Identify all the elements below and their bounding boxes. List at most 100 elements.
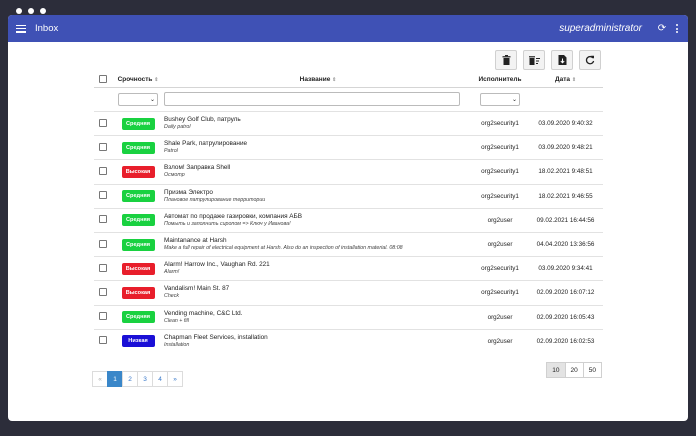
- window-dot[interactable]: [16, 8, 22, 14]
- filter-row: ⌄ ⌄: [94, 87, 603, 112]
- row-checkbox[interactable]: [99, 166, 107, 175]
- table-row[interactable]: Средняя Призма Электро Плановое патрулиров…: [94, 183, 603, 209]
- menu-icon[interactable]: [16, 24, 26, 33]
- next-page-button[interactable]: »: [167, 371, 183, 387]
- name-cell: Alarm! Harrow Inc., Vaughan Rd. 221 Alarm…: [164, 256, 472, 281]
- row-select-cell: [94, 328, 112, 353]
- task-title: Vandalism! Main St. 87: [164, 285, 230, 293]
- refresh-button[interactable]: [579, 50, 601, 70]
- row-checkbox[interactable]: [99, 142, 107, 151]
- urgency-header-label: Срочность: [117, 76, 153, 83]
- urgency-cell: Средняя: [112, 183, 164, 209]
- urgency-badge: Средняя: [121, 141, 155, 154]
- date-cell: 09.02.2021 16:44:56: [528, 207, 603, 233]
- row-checkbox[interactable]: [99, 336, 107, 345]
- row-select-cell: [94, 183, 112, 209]
- table-row[interactable]: Средняя Автомат по продаже газировки, ком…: [94, 207, 603, 233]
- window-dot[interactable]: [28, 8, 34, 14]
- row-checkbox[interactable]: [99, 215, 107, 224]
- delete-sweep-icon: [528, 56, 540, 65]
- date-cell: 18.02.2021 9:46:55: [528, 183, 603, 209]
- pagination: « 1 2 3 4 »: [92, 371, 183, 387]
- filter-cell: ⌄: [112, 87, 164, 112]
- page-button[interactable]: 4: [152, 371, 168, 387]
- task-description: Осмотр: [164, 172, 185, 179]
- logout-icon[interactable]: ⟳: [656, 23, 668, 34]
- task-title: Maintanance at Harsh: [164, 237, 227, 245]
- name-cell: Chapman Fleet Services, installation Inst…: [164, 328, 472, 353]
- filter-cell: [94, 87, 112, 112]
- assignee-cell: org2user: [472, 231, 528, 257]
- urgency-badge: Средняя: [121, 311, 155, 324]
- window-controls: [16, 8, 46, 14]
- date-cell: 03.09.2020 9:34:41: [528, 256, 603, 281]
- row-select-cell: [94, 135, 112, 160]
- username[interactable]: superadministrator: [559, 23, 642, 34]
- prev-page-button[interactable]: «: [92, 371, 108, 387]
- task-description: Плановое патрулирование территории: [164, 196, 266, 203]
- table-row[interactable]: Высокая Alarm! Harrow Inc., Vaughan Rd. 2…: [94, 256, 603, 281]
- urgency-cell: Средняя: [112, 135, 164, 160]
- table-row[interactable]: Средняя Bushey Golf Club, патруль Daily pa…: [94, 110, 603, 136]
- table-row[interactable]: Средняя Maintanance at Harsh Make a full r…: [94, 231, 603, 257]
- window-dot[interactable]: [40, 8, 46, 14]
- name-cell: Vending machine, C&C Ltd. Clean + fill: [164, 304, 472, 330]
- name-filter-input[interactable]: [164, 91, 460, 106]
- row-checkbox[interactable]: [99, 118, 107, 127]
- select-all-checkbox[interactable]: [99, 74, 107, 83]
- task-title: Автомат по продаже газировки, компания А…: [164, 212, 303, 220]
- row-select-cell: [94, 304, 112, 330]
- page-size-option[interactable]: 10: [546, 362, 566, 378]
- page-button[interactable]: 3: [137, 371, 153, 387]
- table-row[interactable]: Средняя Shale Park, патрулирование Patrol o…: [94, 135, 603, 160]
- name-cell: Bushey Golf Club, патруль Daily patrol: [164, 110, 472, 136]
- row-select-cell: [94, 207, 112, 233]
- name-header[interactable]: Название ⇕: [164, 72, 472, 88]
- task-description: Помыть и заполнить сиропом => Ключ у Ива…: [164, 220, 291, 227]
- table-row[interactable]: Высокая Взлом! Заправка Shell Осмотр org2se…: [94, 159, 603, 185]
- assignee-filter-select[interactable]: ⌄: [480, 93, 520, 106]
- row-checkbox[interactable]: [99, 239, 107, 248]
- name-header-label: Название: [299, 76, 331, 83]
- filter-cell: ⌄: [472, 87, 528, 112]
- refresh-icon: [585, 55, 595, 65]
- more-vert-icon[interactable]: [676, 24, 678, 33]
- urgency-filter-select[interactable]: ⌄: [118, 93, 158, 106]
- page-button[interactable]: 1: [107, 371, 123, 387]
- urgency-header[interactable]: Срочность ⇕: [112, 72, 164, 88]
- name-cell: Vandalism! Main St. 87 Check: [164, 280, 472, 305]
- sort-icon: ⇕: [571, 77, 577, 83]
- urgency-badge: Средняя: [121, 238, 155, 251]
- row-select-cell: [94, 256, 112, 281]
- task-description: Alarm!: [164, 269, 180, 276]
- delete-button[interactable]: [495, 50, 517, 70]
- date-cell: 03.09.2020 9:48:21: [528, 135, 603, 160]
- chevron-down-icon: ⌄: [511, 97, 517, 103]
- table-row[interactable]: Высокая Vandalism! Main St. 87 Check org2se…: [94, 280, 603, 305]
- urgency-badge: Средняя: [121, 190, 155, 203]
- row-checkbox[interactable]: [99, 191, 107, 200]
- app-window: Inbox superadministrator ⟳ Срочность ⇕ Н…: [8, 15, 688, 421]
- row-checkbox[interactable]: [99, 263, 107, 272]
- date-header[interactable]: Дата ⇕: [528, 72, 603, 88]
- file-download-icon: [558, 55, 566, 65]
- assignee-cell: org2user: [472, 328, 528, 353]
- assignee-header[interactable]: Исполнитель: [472, 72, 528, 88]
- table-row[interactable]: Низкая Chapman Fleet Services, installati…: [94, 328, 603, 353]
- name-cell: Взлом! Заправка Shell Осмотр: [164, 159, 472, 185]
- urgency-badge: Высокая: [121, 165, 155, 178]
- table-row[interactable]: Средняя Vending machine, C&C Ltd. Clean + …: [94, 304, 603, 330]
- page-button[interactable]: 2: [122, 371, 138, 387]
- row-checkbox[interactable]: [99, 312, 107, 321]
- date-cell: 18.02.2021 9:48:51: [528, 159, 603, 185]
- page-size-option[interactable]: 20: [564, 362, 584, 378]
- trash-icon: [502, 55, 510, 65]
- delete-sweep-button[interactable]: [523, 50, 545, 70]
- tasks-table: Срочность ⇕ Название ⇕ Исполнитель Дата …: [94, 72, 603, 353]
- export-button[interactable]: [551, 50, 573, 70]
- page-size-option[interactable]: 50: [582, 362, 602, 378]
- page-size-selector: 10 20 50: [546, 362, 602, 378]
- task-title: Chapman Fleet Services, installation: [164, 333, 268, 341]
- row-checkbox[interactable]: [99, 287, 107, 296]
- assignee-cell: org2user: [472, 304, 528, 330]
